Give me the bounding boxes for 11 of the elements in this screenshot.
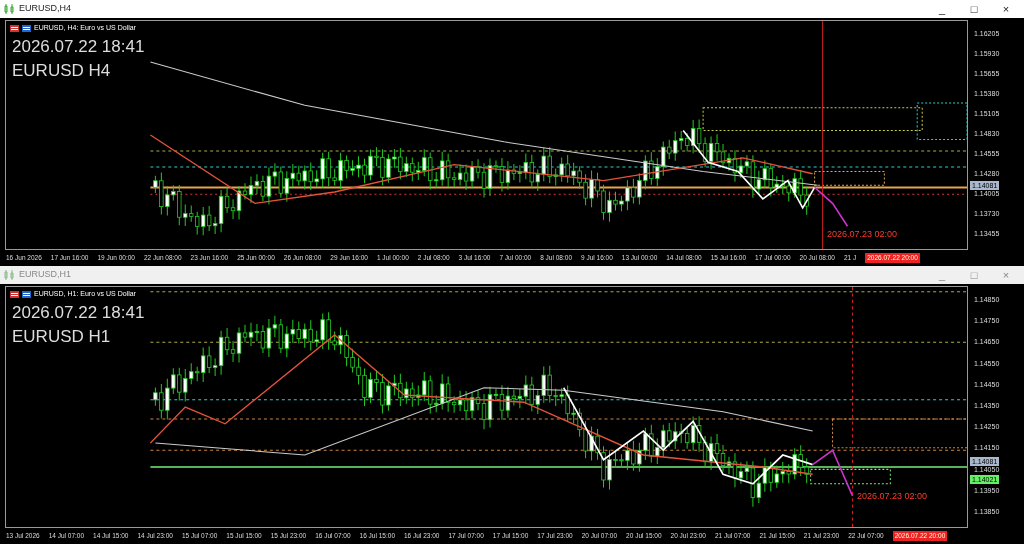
timestamp-label: 2026.07.22 18:41: [12, 36, 145, 58]
minimize-button[interactable]: _: [928, 1, 956, 17]
symbol-label: EURUSD H4: [12, 60, 112, 82]
window-title: EURUSD,H4: [19, 2, 72, 16]
maximize-button[interactable]: □: [960, 1, 988, 17]
symbol-label: EURUSD H1: [12, 326, 112, 348]
timestamp-label: 2026.07.22 18:41: [12, 302, 145, 324]
forecast-time-label: 2026.07.23 02:00: [826, 227, 897, 241]
close-button[interactable]: ×: [992, 1, 1020, 17]
window-title: EURUSD,H1: [19, 268, 72, 282]
forecast-time-label: 2026.07.23 02:00: [856, 489, 927, 503]
